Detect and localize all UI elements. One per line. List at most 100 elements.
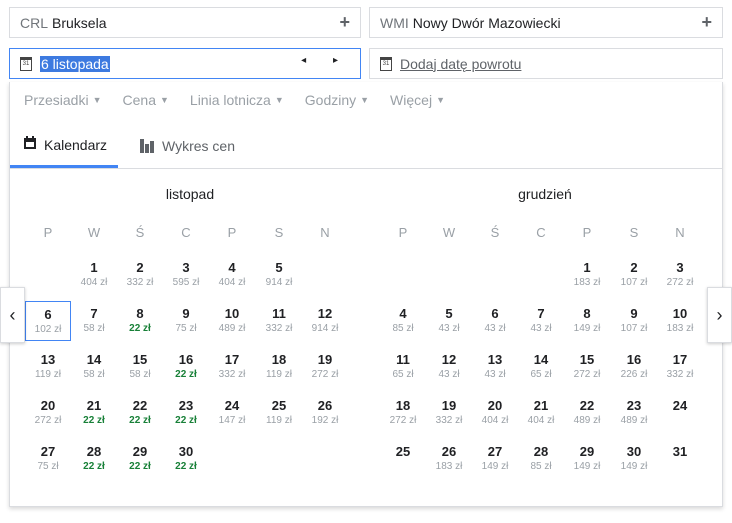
day-number: 1 bbox=[583, 260, 591, 275]
calendar-day[interactable]: 18 119 zł bbox=[256, 347, 302, 387]
calendar-day[interactable]: 18 272 zł bbox=[380, 393, 426, 433]
day-price: 183 zł bbox=[573, 277, 601, 288]
calendar-day[interactable]: 25 bbox=[380, 439, 426, 479]
chevron-left-icon: ‹ bbox=[9, 304, 16, 325]
calendar-day[interactable]: 25 119 zł bbox=[256, 393, 302, 433]
day-price: 22 zł bbox=[83, 461, 105, 472]
calendar-day[interactable]: 27 149 zł bbox=[472, 439, 518, 479]
calendar-day[interactable]: 17 332 zł bbox=[657, 347, 703, 387]
calendar-day[interactable]: 11 65 zł bbox=[380, 347, 426, 387]
calendar-day[interactable]: 1 183 zł bbox=[564, 255, 610, 295]
calendar-day[interactable]: 4 85 zł bbox=[380, 301, 426, 341]
day-price: 595 zł bbox=[172, 277, 200, 288]
calendar-day[interactable]: 15 58 zł bbox=[117, 347, 163, 387]
calendar-day[interactable]: 3 595 zł bbox=[163, 255, 209, 295]
caret-down-icon: ▼ bbox=[274, 95, 284, 105]
calendar-day[interactable]: 2 332 zł bbox=[117, 255, 163, 295]
filter-0[interactable]: Przesiadki ▼ bbox=[24, 92, 102, 108]
calendar-day[interactable]: 14 58 zł bbox=[71, 347, 117, 387]
calendar-day[interactable]: 30 149 zł bbox=[611, 439, 657, 479]
calendar-day[interactable]: 6 43 zł bbox=[472, 301, 518, 341]
filter-1[interactable]: Cena ▼ bbox=[123, 92, 169, 108]
calendar-day[interactable]: 22 489 zł bbox=[564, 393, 610, 433]
calendar-day[interactable]: 19 332 zł bbox=[426, 393, 472, 433]
calendar-day[interactable]: 28 85 zł bbox=[518, 439, 564, 479]
date-step-arrows[interactable]: ◂ ▸ bbox=[301, 55, 350, 66]
filter-3[interactable]: Godziny ▼ bbox=[305, 92, 369, 108]
calendar-day[interactable]: 26 183 zł bbox=[426, 439, 472, 479]
caret-down-icon: ▼ bbox=[360, 95, 370, 105]
add-return-date-link[interactable]: Dodaj datę powrotu bbox=[400, 56, 521, 72]
weekday-label: P bbox=[43, 225, 53, 240]
origin-field[interactable]: CRL Bruksela + bbox=[9, 7, 361, 38]
day-number: 6 bbox=[44, 307, 52, 322]
calendar-day[interactable]: 6 102 zł bbox=[25, 301, 71, 341]
departure-date-field[interactable]: 31 6 listopada ◂ ▸ bbox=[9, 48, 361, 79]
calendar-day[interactable]: 7 43 zł bbox=[518, 301, 564, 341]
day-price: 332 zł bbox=[265, 323, 293, 334]
calendar-day[interactable]: 7 58 zł bbox=[71, 301, 117, 341]
calendar-day[interactable]: 31 bbox=[657, 439, 703, 479]
add-destination-icon[interactable]: + bbox=[701, 12, 712, 33]
filter-4[interactable]: Więcej ▼ bbox=[390, 92, 445, 108]
calendar-day[interactable]: 16 226 zł bbox=[611, 347, 657, 387]
day-price: 43 zł bbox=[484, 323, 506, 334]
calendar-day[interactable]: 3 272 zł bbox=[657, 255, 703, 295]
calendar-day[interactable]: 20 404 zł bbox=[472, 393, 518, 433]
calendar-day[interactable]: 29 22 zł bbox=[117, 439, 163, 479]
calendar-day[interactable]: 27 75 zł bbox=[25, 439, 71, 479]
calendar-day[interactable]: 10 183 zł bbox=[657, 301, 703, 341]
calendar-day[interactable]: 14 65 zł bbox=[518, 347, 564, 387]
departure-date-value[interactable]: 6 listopada bbox=[40, 55, 110, 72]
add-origin-icon[interactable]: + bbox=[339, 12, 350, 33]
calendar-day[interactable]: 23 22 zł bbox=[163, 393, 209, 433]
calendar-day[interactable]: 4 404 zł bbox=[209, 255, 255, 295]
calendar-day[interactable]: 19 272 zł bbox=[302, 347, 348, 387]
return-date-field[interactable]: 31 Dodaj datę powrotu bbox=[369, 48, 723, 79]
tab-price-chart[interactable]: Wykres cen bbox=[126, 124, 235, 168]
calendar-day[interactable]: 5 914 zł bbox=[256, 255, 302, 295]
calendar-day[interactable]: 8 22 zł bbox=[117, 301, 163, 341]
calendar-day[interactable]: 15 272 zł bbox=[564, 347, 610, 387]
filter-2[interactable]: Linia lotnicza ▼ bbox=[190, 92, 284, 108]
calendar-day[interactable]: 28 22 zł bbox=[71, 439, 117, 479]
day-number: 25 bbox=[271, 398, 287, 413]
calendar-day[interactable]: 9 107 zł bbox=[611, 301, 657, 341]
tab-calendar[interactable]: Kalendarz bbox=[10, 124, 118, 168]
calendar-day[interactable]: 30 22 zł bbox=[163, 439, 209, 479]
calendar-day[interactable]: 21 22 zł bbox=[71, 393, 117, 433]
calendar-day[interactable]: 22 22 zł bbox=[117, 393, 163, 433]
destination-field[interactable]: WMI Nowy Dwór Mazowiecki + bbox=[369, 7, 723, 38]
calendar-day[interactable]: 2 107 zł bbox=[611, 255, 657, 295]
calendar-day[interactable]: 13 119 zł bbox=[25, 347, 71, 387]
day-price: 489 zł bbox=[620, 415, 648, 426]
calendar-day[interactable]: 23 489 zł bbox=[611, 393, 657, 433]
calendar-day[interactable]: 12 914 zł bbox=[302, 301, 348, 341]
calendar-day[interactable]: 11 332 zł bbox=[256, 301, 302, 341]
day-number: 9 bbox=[630, 306, 638, 321]
calendar-day[interactable]: 13 43 zł bbox=[472, 347, 518, 387]
calendar-day[interactable]: 8 149 zł bbox=[564, 301, 610, 341]
calendar-day[interactable]: 26 192 zł bbox=[302, 393, 348, 433]
prev-month-button[interactable]: ‹ bbox=[0, 287, 25, 343]
calendar-day[interactable]: 21 404 zł bbox=[518, 393, 564, 433]
calendar-day[interactable]: 20 272 zł bbox=[25, 393, 71, 433]
day-number: 20 bbox=[487, 398, 503, 413]
day-price: 332 zł bbox=[666, 369, 694, 380]
calendar-day[interactable]: 16 22 zł bbox=[163, 347, 209, 387]
day-number: 22 bbox=[132, 398, 148, 413]
next-month-button[interactable]: › bbox=[707, 287, 732, 343]
calendar-day[interactable]: 17 332 zł bbox=[209, 347, 255, 387]
day-number: 2 bbox=[630, 260, 638, 275]
day-number: 2 bbox=[136, 260, 144, 275]
calendar-day[interactable]: 9 75 zł bbox=[163, 301, 209, 341]
day-number: 18 bbox=[271, 352, 287, 367]
calendar-day[interactable]: 12 43 zł bbox=[426, 347, 472, 387]
calendar-day[interactable]: 24 147 zł bbox=[209, 393, 255, 433]
day-number: 18 bbox=[395, 398, 411, 413]
calendar-day[interactable]: 5 43 zł bbox=[426, 301, 472, 341]
calendar-day[interactable]: 10 489 zł bbox=[209, 301, 255, 341]
calendar-day[interactable]: 24 bbox=[657, 393, 703, 433]
calendar-day[interactable]: 1 404 zł bbox=[71, 255, 117, 295]
calendar-day[interactable]: 29 149 zł bbox=[564, 439, 610, 479]
